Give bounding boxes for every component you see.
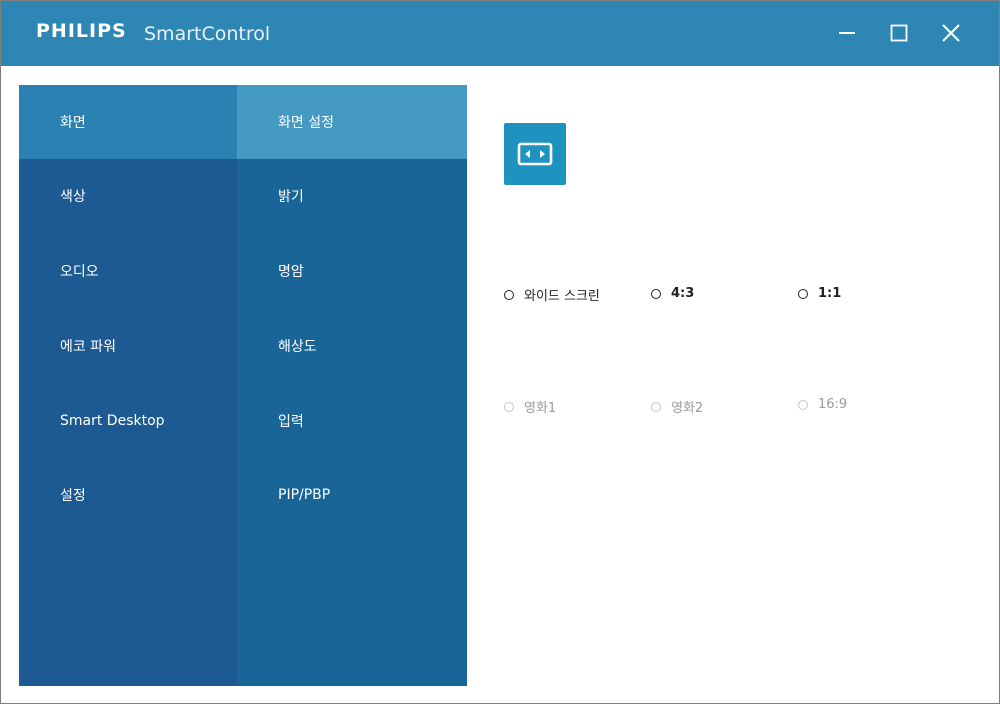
- radio-widescreen[interactable]: 와이드 스크린: [504, 285, 600, 304]
- menu-item-label: 명암: [278, 264, 304, 280]
- title-bar[interactable]: PHILIPS SmartControl: [1, 1, 999, 66]
- menu-item-label: 색상: [60, 189, 86, 205]
- aspect-ratio-icon: [504, 123, 566, 185]
- sub-menu-item-brightness[interactable]: 밝기: [237, 159, 467, 233]
- main-menu-item-smart-desktop[interactable]: Smart Desktop: [19, 384, 237, 458]
- sub-menu: 화면 설정 밝기 명암 해상도 입력 PIP/PBP: [237, 85, 467, 686]
- radio-label: 영화2: [671, 401, 704, 416]
- main-menu-item-audio[interactable]: 오디오: [19, 234, 237, 308]
- radio-label: 1:1: [818, 286, 842, 301]
- main-menu-item-color[interactable]: 색상: [19, 159, 237, 233]
- menu-item-label: 화면 설정: [278, 115, 334, 131]
- app-title: SmartControl: [144, 23, 271, 45]
- brand-logo: PHILIPS: [36, 20, 127, 42]
- sub-menu-item-resolution[interactable]: 해상도: [237, 309, 467, 383]
- radio-circle: [651, 288, 661, 299]
- menu-item-label: 설정: [60, 488, 86, 504]
- radio-circle: [504, 401, 514, 412]
- radio-label: 영화1: [524, 401, 557, 416]
- main-menu-item-eco-power[interactable]: 에코 파워: [19, 309, 237, 383]
- radio-label: 와이드 스크린: [524, 289, 600, 304]
- radio-circle: [651, 401, 661, 412]
- radio-label: 4:3: [671, 286, 695, 301]
- radio-circle: [798, 288, 808, 299]
- app-window: PHILIPS SmartControl 화면 색상 오디오 에코 파워 Sma…: [0, 0, 1000, 704]
- menu-item-label: 밝기: [278, 189, 304, 205]
- sub-menu-item-input[interactable]: 입력: [237, 384, 467, 458]
- menu-item-label: 입력: [278, 414, 304, 430]
- sub-menu-item-contrast[interactable]: 명암: [237, 234, 467, 308]
- menu-item-label: 오디오: [60, 264, 99, 280]
- radio-circle: [798, 399, 808, 410]
- radio-label: 16:9: [818, 397, 848, 412]
- radio-1-1[interactable]: 1:1: [798, 286, 841, 301]
- close-icon: [942, 24, 960, 42]
- radio-16-9[interactable]: 16:9: [798, 397, 847, 412]
- menu-item-label: 화면: [60, 115, 86, 131]
- menu-item-label: Smart Desktop: [60, 413, 165, 429]
- minimize-icon: [839, 32, 855, 34]
- close-button[interactable]: [935, 17, 967, 49]
- radio-movie2[interactable]: 영화2: [651, 397, 703, 416]
- main-menu: 화면 색상 오디오 에코 파워 Smart Desktop 설정: [19, 85, 237, 686]
- main-menu-item-screen[interactable]: 화면: [19, 85, 237, 159]
- menu-item-label: 해상도: [278, 339, 317, 355]
- menu-item-label: 에코 파워: [60, 339, 116, 355]
- sub-menu-item-pip-pbp[interactable]: PIP/PBP: [237, 458, 467, 532]
- main-menu-item-settings[interactable]: 설정: [19, 458, 237, 532]
- maximize-icon: [890, 24, 908, 42]
- radio-4-3[interactable]: 4:3: [651, 286, 694, 301]
- radio-circle: [504, 289, 514, 300]
- maximize-button[interactable]: [883, 17, 915, 49]
- menu-item-label: PIP/PBP: [278, 487, 331, 503]
- radio-movie1[interactable]: 영화1: [504, 397, 556, 416]
- sub-menu-item-screen-settings[interactable]: 화면 설정: [237, 85, 467, 159]
- minimize-button[interactable]: [831, 17, 863, 49]
